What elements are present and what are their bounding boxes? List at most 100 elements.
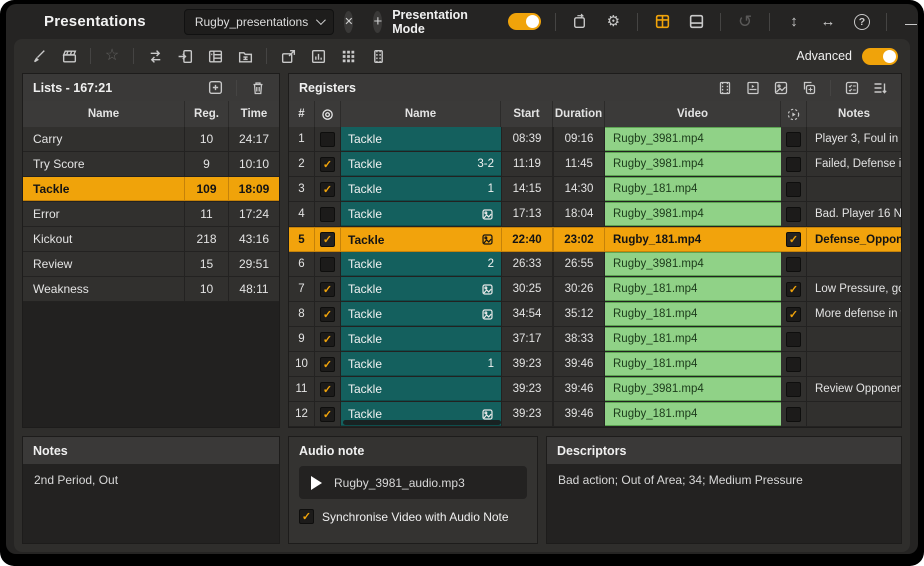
flag-checkbox[interactable] [786,382,801,397]
watched-checkbox[interactable] [320,232,335,247]
delete-list-icon[interactable] [247,78,269,97]
column-header-video[interactable]: Video [605,101,781,127]
flag-checkbox[interactable] [786,132,801,147]
register-name-cell[interactable]: Tackle [341,277,501,301]
register-row[interactable]: 2Tackle3-211:1911:45Rugby_3981.mp4Failed… [289,152,901,177]
film-strip-icon[interactable] [714,78,736,97]
checklist-icon[interactable] [841,78,863,97]
watched-checkbox[interactable] [320,282,335,297]
watched-checkbox[interactable] [320,382,335,397]
register-video[interactable]: Rugby_3981.mp4 [605,377,781,401]
register-row[interactable]: 11Tackle39:2339:46Rugby_3981.mp4Review O… [289,377,901,402]
flag-checkbox[interactable] [786,357,801,372]
watched-checkbox[interactable] [320,132,335,147]
register-video[interactable]: Rugby_181.mp4 [605,228,781,251]
descriptors-content[interactable]: Bad action; Out of Area; 34; Medium Pres… [547,464,901,543]
list-row[interactable]: Carry1024:17 [23,127,279,152]
help-icon[interactable]: ? [852,11,872,33]
image-export-icon[interactable] [770,78,792,97]
flag-checkbox[interactable] [786,207,801,222]
watched-checkbox[interactable] [320,257,335,272]
register-video[interactable]: Rugby_3981.mp4 [605,152,781,176]
transfer-icon[interactable] [142,45,168,67]
register-video[interactable]: Rugby_3981.mp4 [605,252,781,276]
column-header[interactable]: Reg. [185,101,229,127]
close-preset-button[interactable]: ✕ [344,11,353,33]
register-row[interactable]: 7Tackle30:2530:26Rugby_181.mp4Low Pressu… [289,277,901,302]
flag-checkbox[interactable] [786,407,801,422]
column-header-num[interactable]: # [289,101,315,127]
video-file-icon[interactable] [742,78,764,97]
presentation-mode-toggle[interactable] [508,13,541,30]
layout-bottom-icon[interactable] [686,11,706,33]
brush-icon[interactable] [26,45,52,67]
chart-window-icon[interactable] [305,45,331,67]
settings-gear-icon[interactable]: ⚙ [603,11,623,33]
register-video[interactable]: Rugby_181.mp4 [605,177,781,201]
register-video[interactable]: Rugby_181.mp4 [605,302,781,326]
register-name-cell[interactable]: Tackle3-2 [341,152,501,176]
list-row[interactable]: Tackle10918:09 [23,177,279,202]
register-name-cell[interactable]: Tackle [341,327,501,351]
register-name-cell[interactable]: Tackle1 [341,352,501,376]
copy-clip-icon[interactable] [798,78,820,97]
register-video[interactable]: Rugby_181.mp4 [605,402,781,426]
folder-grid-icon[interactable] [232,45,258,67]
eye-column-icon[interactable]: ◎ [315,101,341,127]
flag-checkbox[interactable] [786,157,801,172]
list-row[interactable]: Review1529:51 [23,252,279,277]
minimize-button[interactable] [901,11,918,33]
add-preset-button[interactable]: + [373,11,382,33]
column-header[interactable]: Name [23,101,185,127]
register-name-cell[interactable]: Tackle [341,202,501,226]
column-header-notes[interactable]: Notes [807,101,901,127]
watched-checkbox[interactable] [320,207,335,222]
register-row[interactable]: 10Tackle139:2339:46Rugby_181.mp4 [289,352,901,377]
import-icon[interactable] [172,45,198,67]
sort-list-icon[interactable] [869,78,891,97]
register-video[interactable]: Rugby_181.mp4 [605,352,781,376]
register-name-cell[interactable]: Tackle [341,302,501,326]
column-header-duration[interactable]: Duration [553,101,605,127]
flag-checkbox[interactable] [786,332,801,347]
watched-checkbox[interactable] [320,332,335,347]
column-header-start[interactable]: Start [501,101,553,127]
register-name-cell[interactable]: Tackle2 [341,252,501,276]
register-name-cell[interactable]: Tackle [341,377,501,401]
list-row[interactable]: Try Score910:10 [23,152,279,177]
register-row[interactable]: 6Tackle226:3326:55Rugby_3981.mp4 [289,252,901,277]
notes-content[interactable]: 2nd Period, Out [23,464,279,543]
flag-checkbox[interactable] [786,282,801,297]
watched-checkbox[interactable] [320,182,335,197]
register-name-cell[interactable]: Tackle1 [341,177,501,201]
rotate-window-icon[interactable] [569,11,589,33]
play-audio-button[interactable] [311,476,322,490]
list-row[interactable]: Kickout21843:16 [23,227,279,252]
film-notes-icon[interactable] [365,45,391,67]
flag-checkbox[interactable] [786,182,801,197]
grid-dots-icon[interactable] [335,45,361,67]
sync-checkbox[interactable] [299,509,314,524]
flag-checkbox[interactable] [786,307,801,322]
table-list-icon[interactable] [202,45,228,67]
register-video[interactable]: Rugby_181.mp4 [605,277,781,301]
register-video[interactable]: Rugby_3981.mp4 [605,127,781,151]
register-row[interactable]: 9Tackle37:1738:33Rugby_181.mp4 [289,327,901,352]
watched-checkbox[interactable] [320,357,335,372]
export-window-icon[interactable] [275,45,301,67]
flag-checkbox[interactable] [786,257,801,272]
register-video[interactable]: Rugby_3981.mp4 [605,202,781,226]
column-header-name[interactable]: Name [341,101,501,127]
register-row[interactable]: 5Tackle22:4023:02Rugby_181.mp4Defense_Op… [289,227,901,252]
watched-checkbox[interactable] [320,407,335,422]
watched-checkbox[interactable] [320,307,335,322]
register-row[interactable]: 1Tackle08:3909:16Rugby_3981.mp4Player 3,… [289,127,901,152]
register-row[interactable]: 8Tackle34:5435:12Rugby_181.mp4More defen… [289,302,901,327]
resize-vertical-icon[interactable]: ↕ [784,11,804,33]
register-name-cell[interactable]: Tackle [341,228,501,251]
add-list-icon[interactable] [204,78,226,97]
advanced-toggle[interactable] [862,48,898,65]
column-header[interactable]: Time [229,101,279,127]
horizontal-scrollbar[interactable] [343,420,501,425]
play-circle-icon[interactable] [781,101,807,127]
